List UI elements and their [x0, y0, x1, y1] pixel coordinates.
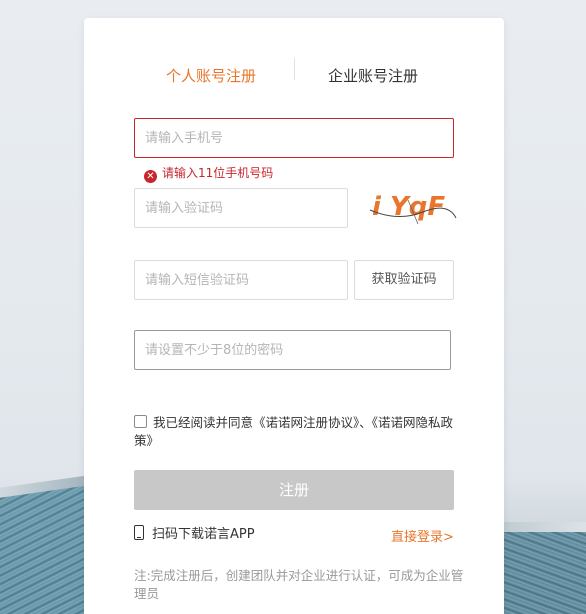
- phone-error-text: 请输入11位手机号码: [162, 166, 274, 180]
- agreement-text[interactable]: 我已经阅读并同意《诺诺网注册协议》、《诺诺网隐私政策》: [134, 415, 453, 448]
- captcha-text: i YqF: [372, 192, 445, 222]
- captcha-image[interactable]: i YqF: [368, 188, 458, 228]
- agreement-row: 我已经阅读并同意《诺诺网注册协议》、《诺诺网隐私政策》: [134, 414, 464, 450]
- tab-divider: [294, 58, 295, 80]
- mobile-phone-icon: [134, 525, 144, 540]
- phone-input[interactable]: [134, 118, 454, 158]
- app-download-label: 扫码下载诺言APP: [152, 527, 255, 542]
- registration-note: 注:完成注册后，创建团队并对企业进行认证，可成为企业管理员: [134, 568, 464, 601]
- error-circle-icon: ✕: [144, 170, 157, 183]
- tab-enterprise-register[interactable]: 企业账号注册: [328, 66, 418, 86]
- register-tabs: 个人账号注册 企业账号注册: [84, 58, 504, 106]
- direct-login-link[interactable]: 直接登录>: [391, 526, 454, 545]
- app-download-link[interactable]: 扫码下载诺言APP: [134, 523, 255, 542]
- register-card: 个人账号注册 企业账号注册 ✕ 请输入11位手机号码 i YqF 获取验证码 我已…: [84, 18, 504, 614]
- captcha-input[interactable]: [134, 188, 348, 228]
- phone-error-message: ✕ 请输入11位手机号码: [144, 165, 273, 183]
- tab-personal-register[interactable]: 个人账号注册: [166, 66, 256, 86]
- background-roof-right: [491, 522, 586, 614]
- get-sms-code-button[interactable]: 获取验证码: [354, 260, 454, 300]
- agreement-checkbox[interactable]: [134, 415, 147, 428]
- sms-code-input[interactable]: [134, 260, 348, 300]
- register-button[interactable]: 注册: [134, 470, 454, 510]
- password-input[interactable]: [134, 330, 451, 370]
